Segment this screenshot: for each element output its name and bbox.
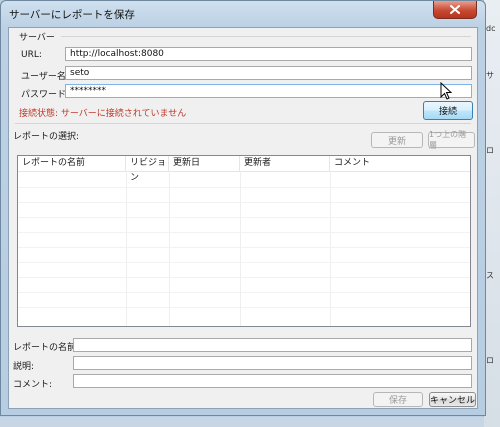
grid-line	[18, 217, 470, 218]
grid-line	[18, 247, 470, 248]
username-input[interactable]: seto	[65, 66, 472, 80]
url-label: URL:	[21, 50, 42, 60]
mouse-cursor-icon	[440, 82, 452, 100]
grid-line	[18, 277, 470, 278]
grid-line	[240, 171, 241, 326]
username-label: ユーザー名:	[21, 72, 69, 82]
report-list-header: レポートの名前 リビジョン 更新日 更新者 コメント	[18, 156, 470, 183]
background-desktop	[0, 417, 484, 427]
report-select-label: レポートの選択:	[13, 132, 80, 142]
report-list[interactable]: レポートの名前 リビジョン 更新日 更新者 コメント	[17, 155, 471, 327]
background-text: ロ	[486, 146, 494, 155]
grid-line	[169, 171, 170, 326]
column-header-updated-date[interactable]: 更新日	[169, 156, 240, 171]
report-name-label: レポートの名前:	[13, 343, 80, 353]
grid-line	[18, 292, 470, 293]
close-button[interactable]	[433, 1, 477, 19]
grid-line	[18, 232, 470, 233]
cancel-button[interactable]: キャンセル	[429, 392, 476, 407]
refresh-button[interactable]: 更新	[371, 132, 423, 148]
grid-line	[330, 171, 331, 326]
report-name-input[interactable]	[73, 338, 472, 352]
comment-label: コメント:	[13, 380, 53, 390]
background-text: ス	[486, 271, 494, 280]
connection-status: 接続状態: サーバーに接続されていません	[19, 109, 187, 119]
dialog-body: サーバー URL: http://localhost:8080 ユーザー名: s…	[8, 27, 478, 409]
description-input[interactable]	[73, 356, 472, 370]
background-text: ロ	[486, 356, 494, 365]
connect-button[interactable]: 接続	[423, 101, 473, 120]
column-header-comment[interactable]: コメント	[330, 156, 470, 171]
comment-input[interactable]	[73, 374, 472, 388]
save-report-dialog: サーバーにレポートを保存 サーバー URL: http://localhost:…	[0, 0, 486, 416]
parent-folder-button[interactable]: 1つ上の階層	[428, 130, 475, 150]
section-divider	[15, 123, 471, 124]
url-input[interactable]: http://localhost:8080	[65, 47, 472, 61]
save-button[interactable]: 保存	[373, 392, 423, 407]
window-title: サーバーにレポートを保存	[9, 9, 135, 21]
grid-line	[18, 187, 470, 188]
grid-line	[126, 171, 127, 326]
column-header-revision[interactable]: リビジョン	[126, 156, 169, 183]
background-text: dc	[486, 24, 496, 33]
server-group-label: サーバー	[19, 33, 55, 43]
grid-line	[18, 307, 470, 308]
column-header-name[interactable]: レポートの名前	[18, 156, 126, 171]
grid-line	[18, 202, 470, 203]
close-icon	[450, 5, 460, 14]
column-header-updated-by[interactable]: 更新者	[240, 156, 330, 171]
password-label: パスワード:	[21, 90, 70, 100]
title-bar[interactable]: サーバーにレポートを保存	[1, 1, 485, 27]
group-divider	[61, 36, 471, 37]
background-text: サ	[486, 71, 494, 80]
description-label: 説明:	[13, 362, 35, 372]
grid-line	[18, 262, 470, 263]
password-input[interactable]: ********	[65, 84, 472, 98]
